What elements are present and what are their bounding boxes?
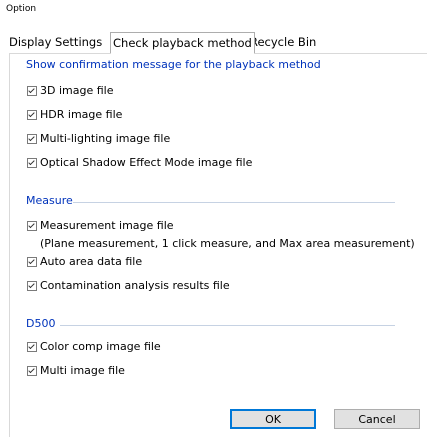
checkbox-checked-icon[interactable] bbox=[27, 280, 37, 291]
checkbox-color-comp-image-file[interactable]: Color comp image file bbox=[27, 340, 161, 353]
checkbox-checked-icon[interactable] bbox=[27, 365, 37, 376]
checkbox-checked-icon[interactable] bbox=[27, 157, 37, 168]
tab-bar: Display Settings Check playback method R… bbox=[0, 32, 427, 54]
cancel-button[interactable]: Cancel bbox=[334, 409, 420, 429]
checkbox-checked-icon[interactable] bbox=[27, 109, 37, 120]
group-title-confirmation: Show confirmation message for the playba… bbox=[26, 58, 321, 71]
checkbox-contamination-analysis-file[interactable]: Contamination analysis results file bbox=[27, 279, 230, 292]
measurement-note: (Plane measurement, 1 click measure, and… bbox=[40, 237, 415, 250]
checkbox-checked-icon[interactable] bbox=[27, 341, 37, 352]
tab-recycle-bin[interactable]: Recycle Bin bbox=[250, 33, 316, 52]
group-divider bbox=[60, 325, 395, 326]
checkbox-checked-icon[interactable] bbox=[27, 133, 37, 144]
checkbox-measurement-image-file[interactable]: Measurement image file bbox=[27, 219, 174, 232]
checkbox-label: Auto area data file bbox=[40, 255, 143, 268]
group-title-measure: Measure bbox=[26, 194, 73, 207]
checkbox-checked-icon[interactable] bbox=[27, 85, 37, 96]
checkbox-checked-icon[interactable] bbox=[27, 220, 37, 231]
tab-panel: Show confirmation message for the playba… bbox=[9, 53, 427, 437]
group-title-d500: D500 bbox=[26, 317, 56, 330]
ok-button[interactable]: OK bbox=[230, 409, 316, 429]
options-dialog: Option Display Settings Check playback m… bbox=[0, 0, 427, 437]
checkbox-multi-lighting-image-file[interactable]: Multi-lighting image file bbox=[27, 132, 170, 145]
checkbox-hdr-image-file[interactable]: HDR image file bbox=[27, 108, 122, 121]
window-title: Option bbox=[6, 4, 37, 14]
checkbox-label: Measurement image file bbox=[40, 219, 174, 232]
checkbox-label: Optical Shadow Effect Mode image file bbox=[40, 156, 253, 169]
checkbox-3d-image-file[interactable]: 3D image file bbox=[27, 84, 113, 97]
tab-display-settings[interactable]: Display Settings bbox=[9, 33, 102, 52]
checkbox-auto-area-data-file[interactable]: Auto area data file bbox=[27, 255, 142, 268]
checkbox-optical-shadow-effect-image-file[interactable]: Optical Shadow Effect Mode image file bbox=[27, 156, 252, 169]
checkbox-checked-icon[interactable] bbox=[27, 256, 37, 267]
checkbox-label: Multi image file bbox=[40, 364, 125, 377]
checkbox-label: Multi-lighting image file bbox=[40, 132, 171, 145]
checkbox-multi-image-file[interactable]: Multi image file bbox=[27, 364, 125, 377]
checkbox-label: Contamination analysis results file bbox=[40, 279, 230, 292]
checkbox-label: 3D image file bbox=[40, 84, 114, 97]
checkbox-label: Color comp image file bbox=[40, 340, 161, 353]
group-divider bbox=[73, 202, 395, 203]
tab-check-playback-method[interactable]: Check playback method bbox=[110, 32, 255, 54]
checkbox-label: HDR image file bbox=[40, 108, 123, 121]
